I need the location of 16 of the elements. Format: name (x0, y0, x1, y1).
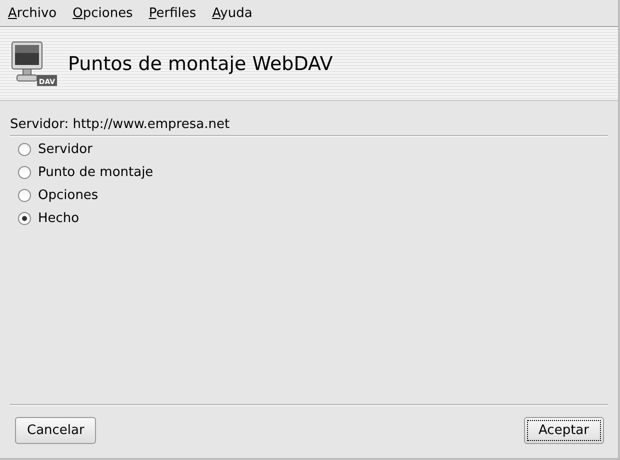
radio-button[interactable] (18, 166, 31, 178)
page-title: Puntos de montaje WebDAV (68, 52, 333, 74)
menu-item[interactable]: Opciones (68, 6, 138, 20)
step-label: Servidor (38, 142, 92, 156)
menu-item[interactable]: Ayuda (207, 6, 258, 20)
menu-item[interactable]: Archivo (3, 6, 62, 20)
step-label: Hecho (38, 210, 80, 226)
server-label: Servidor: http://www.empresa.net (10, 117, 230, 132)
radio-button[interactable] (18, 212, 31, 224)
accept-button[interactable]: Aceptar (524, 417, 604, 444)
radio-button[interactable] (18, 142, 31, 156)
cancel-button[interactable]: Cancelar (15, 417, 96, 444)
step-label: Punto de montaje (38, 164, 154, 180)
menu-item[interactable]: Perfiles (144, 6, 202, 20)
step-label: Opciones (38, 188, 98, 202)
radio-button[interactable] (18, 188, 31, 202)
